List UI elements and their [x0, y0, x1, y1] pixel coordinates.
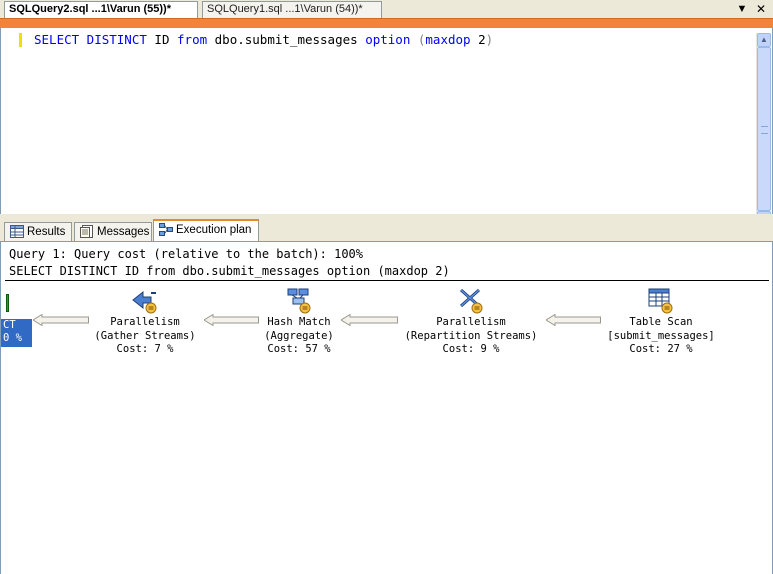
tab-messages-label: Messages: [97, 226, 150, 238]
active-document-accent-bar: [0, 18, 773, 28]
operator-cost: Cost: 7 %: [116, 343, 174, 355]
operator-detail: (Gather Streams): [94, 329, 196, 342]
document-tab-sqlquery1[interactable]: SQLQuery1.sql ...1\Varun (54))*: [202, 1, 382, 18]
data-flow-arrow: [546, 314, 601, 326]
tab-messages[interactable]: Messages: [74, 222, 152, 241]
select-label-line2: 0 %: [3, 332, 22, 344]
maxdop-value: 2: [478, 32, 486, 47]
operator-table-scan[interactable]: Table Scan [submit_messages] Cost: 27 %: [601, 286, 721, 357]
document-tab-sqlquery2[interactable]: SQLQuery2.sql ...1\Varun (55))*: [4, 1, 198, 18]
data-flow-arrow: [33, 314, 89, 326]
query-editor[interactable]: SELECT DISTINCT ID from dbo.submit_messa…: [0, 28, 773, 242]
operator-parallelism-gather-streams[interactable]: Parallelism (Gather Streams) Cost: 7 %: [89, 286, 201, 357]
operator-detail: [submit_messages]: [607, 329, 715, 342]
execution-plan-icon: [159, 223, 173, 236]
operator-hash-match-aggregate[interactable]: Hash Match (Aggregate) Cost: 57 %: [259, 286, 339, 357]
document-tab-label: SQLQuery2.sql ...1\Varun (55))*: [9, 3, 171, 15]
table-scan-icon: [648, 288, 673, 314]
keyword-option: option: [365, 32, 411, 47]
query-cost-line: Query 1: Query cost (relative to the bat…: [9, 247, 364, 261]
data-flow-arrow: [204, 314, 259, 326]
tab-execution-plan[interactable]: Execution plan: [153, 219, 259, 241]
scroll-up-icon[interactable]: ▲: [757, 33, 771, 47]
grip-icon: [761, 126, 768, 134]
close-paren: ): [485, 32, 494, 47]
tab-results-label: Results: [27, 226, 66, 238]
plan-header: Query 1: Query cost (relative to the bat…: [9, 246, 450, 280]
execution-plan-pane[interactable]: Query 1: Query cost (relative to the bat…: [0, 241, 773, 574]
tab-execution-plan-label: Execution plan: [176, 224, 252, 236]
vertical-scroll-thumb[interactable]: [757, 47, 771, 211]
line-change-marker: [19, 33, 22, 47]
operator-cost: Cost: 27 %: [629, 343, 693, 355]
tab-list-dropdown-icon[interactable]: ▼: [735, 2, 749, 16]
tab-results[interactable]: Results: [4, 222, 72, 241]
document-tab-strip: SQLQuery2.sql ...1\Varun (55))* SQLQuery…: [0, 0, 773, 18]
operator-cost: Cost: 57 %: [267, 343, 331, 355]
grid-icon: [10, 225, 24, 238]
query-text-line[interactable]: SELECT DISTINCT ID from dbo.submit_messa…: [34, 33, 493, 47]
operator-name: Parallelism: [110, 316, 180, 328]
hash-match-icon: [287, 288, 311, 314]
plan-divider: [5, 280, 769, 281]
editor-vertical-scrollbar[interactable]: ▲ ▼: [756, 33, 771, 225]
document-tab-label: SQLQuery1.sql ...1\Varun (54))*: [207, 3, 363, 15]
select-operator-node[interactable]: CT 0 %: [1, 292, 32, 348]
operator-cost: Cost: 9 %: [442, 343, 500, 355]
results-tab-strip: Results Messages Execution plan: [0, 219, 773, 241]
keyword-from: from: [177, 32, 208, 47]
parallelism-gather-icon: [132, 290, 157, 314]
operator-name: Table Scan: [629, 316, 693, 328]
close-document-icon[interactable]: ✕: [754, 2, 768, 16]
select-icon: [6, 294, 9, 312]
messages-icon: [80, 225, 93, 238]
operator-name: Hash Match: [267, 316, 331, 328]
select-operator-label: CT 0 %: [1, 319, 32, 347]
keyword-select-distinct: SELECT DISTINCT: [34, 32, 147, 47]
operator-parallelism-repartition-streams[interactable]: Parallelism (Repartition Streams) Cost: …: [399, 286, 543, 357]
column-identifier: ID: [154, 32, 170, 47]
select-label-line1: CT: [3, 319, 16, 331]
editor-gutter: [1, 28, 19, 200]
data-flow-arrow: [341, 314, 398, 326]
query-statement-line: SELECT DISTINCT ID from dbo.submit_messa…: [9, 264, 450, 278]
operator-detail: (Repartition Streams): [404, 329, 538, 342]
keyword-maxdop: maxdop: [425, 32, 471, 47]
operator-detail: (Aggregate): [264, 329, 334, 342]
table-identifier: dbo.submit_messages: [214, 32, 358, 47]
operator-name: Parallelism: [436, 316, 506, 328]
parallelism-repartition-icon: [460, 288, 483, 314]
